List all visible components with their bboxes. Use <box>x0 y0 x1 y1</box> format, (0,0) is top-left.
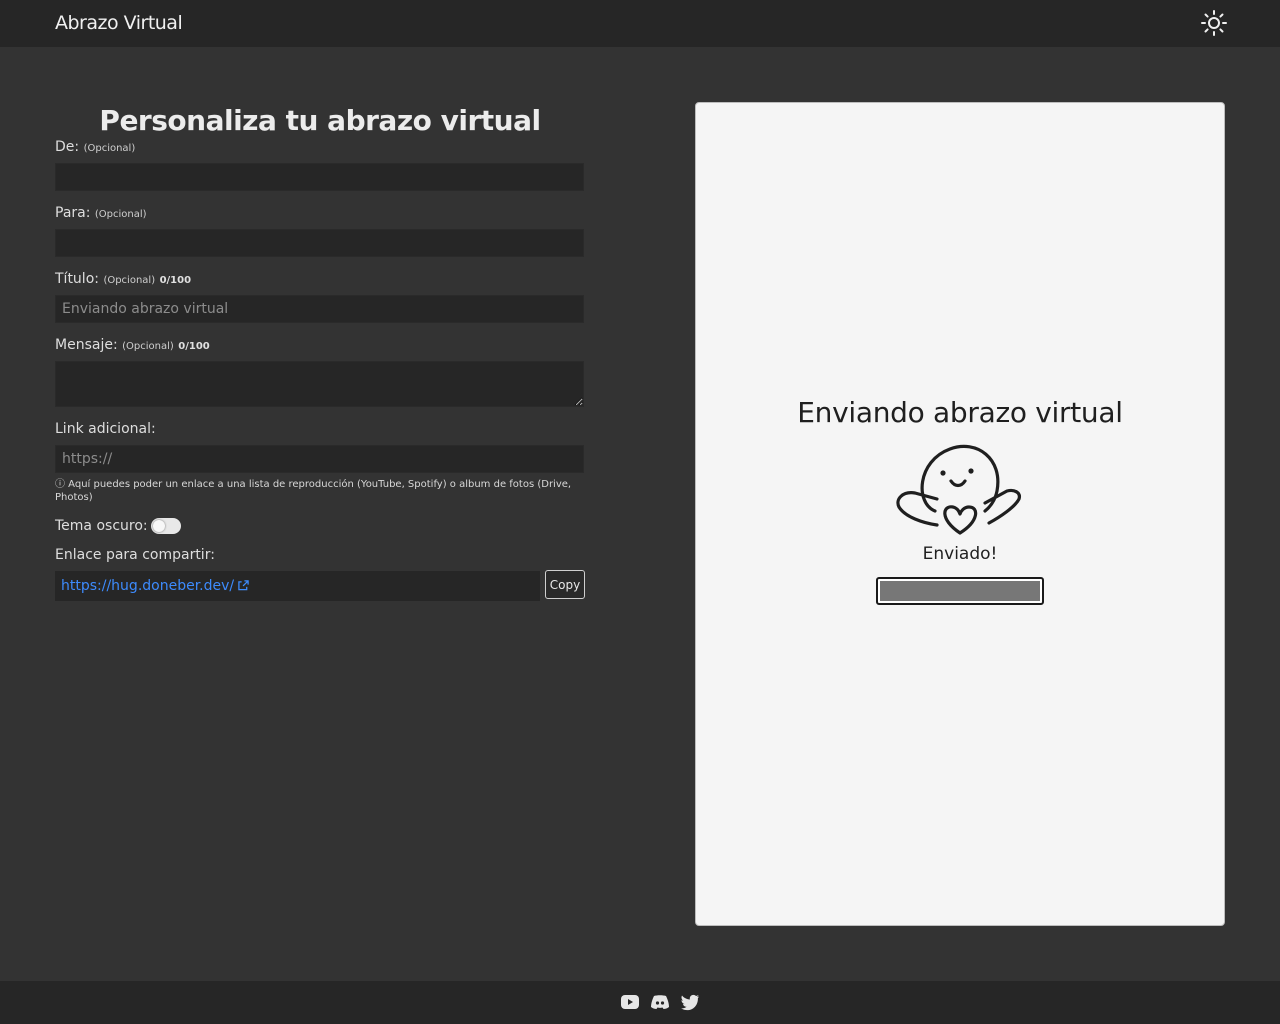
title-counter: 0/100 <box>159 275 192 286</box>
from-input[interactable] <box>55 163 584 191</box>
navbar: Abrazo Virtual <box>0 0 1280 47</box>
share-link[interactable]: https://hug.doneber.dev/ <box>61 578 249 595</box>
from-label: De: (Opcional) <box>55 139 135 155</box>
to-optional: (Opcional) <box>94 209 147 220</box>
to-label: Para: (Opcional) <box>55 205 147 221</box>
title-optional: (Opcional) <box>103 275 156 286</box>
from-optional: (Opcional) <box>83 143 136 154</box>
title-label: Título: (Opcional) 0/100 <box>55 271 191 287</box>
toggle-knob <box>153 520 165 532</box>
message-counter: 0/100 <box>178 341 210 352</box>
youtube-icon[interactable] <box>620 993 640 1011</box>
share-label: Enlace para compartir: <box>55 547 215 563</box>
progress-bar <box>876 577 1044 605</box>
hugging-ghost-icon <box>895 441 1025 536</box>
twitter-icon[interactable] <box>680 993 700 1011</box>
external-link-icon <box>238 579 249 595</box>
sun-icon[interactable] <box>1200 9 1228 37</box>
preview-title: Enviando abrazo virtual <box>797 396 1123 429</box>
title-label-text: Título: <box>55 271 99 287</box>
footer <box>0 981 1280 1024</box>
message-optional: (Opcional) <box>122 341 174 352</box>
form-title: Personaliza tu abrazo virtual <box>99 104 541 137</box>
discord-icon[interactable] <box>650 993 670 1011</box>
share-link-box: https://hug.doneber.dev/ <box>55 571 540 601</box>
preview-status: Enviado! <box>922 544 998 564</box>
title-input[interactable] <box>55 295 584 323</box>
message-textarea[interactable] <box>55 361 584 407</box>
brand-link[interactable]: Abrazo Virtual <box>55 12 183 34</box>
dark-theme-label: Tema oscuro: <box>55 518 148 534</box>
dark-theme-toggle[interactable] <box>151 518 181 534</box>
to-input[interactable] <box>55 229 584 257</box>
copy-button[interactable]: Copy <box>545 570 585 599</box>
preview-card: Enviando abrazo virtual Enviado! <box>695 102 1225 926</box>
from-label-text: De: <box>55 139 80 155</box>
share-link-text: https://hug.doneber.dev/ <box>61 578 235 594</box>
link-input[interactable] <box>55 445 584 473</box>
message-label-text: Mensaje: <box>55 337 118 353</box>
message-label: Mensaje: (Opcional) 0/100 <box>55 337 210 353</box>
link-label: Link adicional: <box>55 421 156 437</box>
progress-fill <box>880 581 1040 601</box>
link-hint: ⓘ Aquí puedes poder un enlace a una list… <box>55 479 572 503</box>
to-label-text: Para: <box>55 205 91 221</box>
